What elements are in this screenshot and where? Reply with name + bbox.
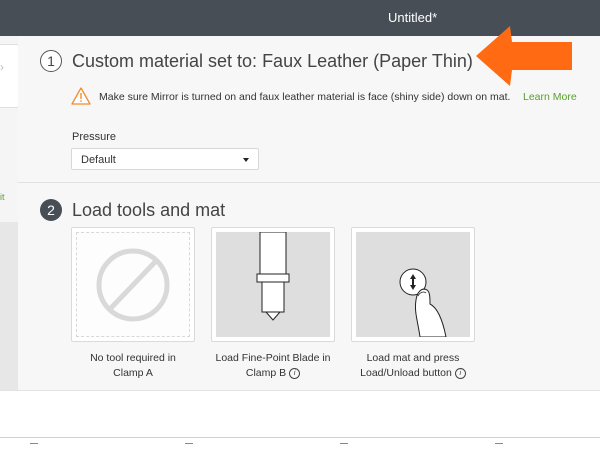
pressure-label: Pressure <box>72 131 117 143</box>
tool-card-clamp-b <box>211 227 335 342</box>
bottom-divider <box>0 437 600 438</box>
step-2-number: 2 <box>40 199 62 221</box>
mirror-warning-text: Make sure Mirror is turned on and faux l… <box>99 91 511 103</box>
caption-load-mat-line2: Load/Unload button <box>360 367 452 379</box>
caption-clamp-b-line2: Clamp B <box>245 367 287 379</box>
left-panel: › it <box>0 36 19 390</box>
step-1-number: 1 <box>40 50 62 72</box>
caption-load-mat-line1: Load mat and press <box>366 352 460 364</box>
step-1-title: Custom material set to: Faux Leather (Pa… <box>72 51 473 71</box>
bottom-tick <box>495 443 503 444</box>
caret-down-icon <box>243 158 249 162</box>
caption-clamp-a: No tool required in Clamp A <box>58 351 208 381</box>
orange-arrow-icon <box>476 26 572 86</box>
left-panel-tab[interactable] <box>0 44 18 108</box>
bottom-tick <box>30 443 38 444</box>
caption-clamp-b-line1: Load Fine-Point Blade in <box>215 352 331 364</box>
learn-more-link[interactable]: Learn More <box>523 91 577 103</box>
bottom-bar <box>0 390 600 451</box>
chevron-right-icon[interactable]: › <box>0 60 4 74</box>
info-icon[interactable]: i <box>289 367 301 379</box>
section-divider <box>18 182 600 183</box>
step-2-title: Load tools and mat <box>72 200 226 220</box>
tool-card-clamp-a <box>71 227 195 342</box>
no-tool-icon <box>96 248 170 322</box>
tool-card-load-mat <box>351 227 475 342</box>
caption-clamp-a-line2: Clamp A <box>113 367 153 379</box>
fine-point-blade-icon <box>256 231 290 321</box>
load-unload-button-icon <box>399 268 447 338</box>
pressure-value: Default <box>81 154 116 166</box>
pressure-dropdown[interactable]: Default <box>71 148 259 170</box>
left-panel-preview <box>0 222 18 390</box>
warning-triangle-icon <box>71 87 91 105</box>
caption-load-mat: Load mat and press Load/Unload button i <box>338 351 488 381</box>
caption-load-mat-line2-wrap: Load/Unload button i <box>338 366 488 381</box>
bottom-tick <box>185 443 193 444</box>
caption-clamp-a-line1: No tool required in <box>90 352 176 364</box>
info-icon[interactable]: i <box>454 367 466 379</box>
window-title: Untitled* <box>388 10 438 25</box>
caption-clamp-b-line2-wrap: Clamp Bi <box>198 366 348 381</box>
caption-clamp-b: Load Fine-Point Blade in Clamp Bi <box>198 351 348 381</box>
bottom-tick <box>340 443 348 444</box>
edit-link[interactable]: it <box>0 192 5 202</box>
